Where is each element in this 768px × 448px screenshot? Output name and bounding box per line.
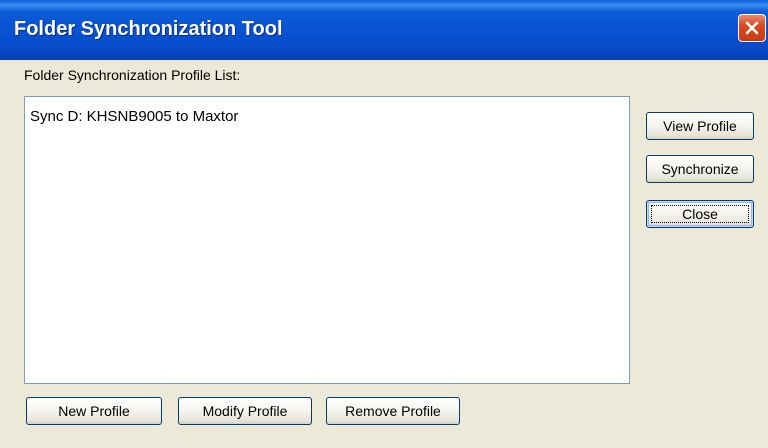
view-profile-label: View Profile — [663, 118, 737, 134]
view-profile-button[interactable]: View Profile — [646, 112, 754, 140]
list-item[interactable]: Sync D: KHSNB9005 to Maxtor — [30, 108, 238, 125]
title-bar[interactable]: Folder Synchronization Tool — [0, 0, 768, 60]
dialog-window: Folder Synchronization Tool Folder Synch… — [0, 0, 768, 448]
modify-profile-button[interactable]: Modify Profile — [178, 397, 312, 425]
profile-list-label: Folder Synchronization Profile List: — [24, 67, 241, 83]
synchronize-button[interactable]: Synchronize — [646, 155, 754, 183]
remove-profile-label: Remove Profile — [345, 403, 441, 419]
remove-profile-button[interactable]: Remove Profile — [326, 397, 460, 425]
synchronize-label: Synchronize — [661, 161, 739, 177]
close-button[interactable]: Close — [646, 200, 754, 228]
profile-listbox[interactable]: Sync D: KHSNB9005 to Maxtor — [24, 96, 630, 384]
window-close-button[interactable] — [738, 14, 766, 42]
new-profile-label: New Profile — [58, 403, 130, 419]
close-label: Close — [682, 206, 718, 222]
close-icon — [743, 19, 761, 37]
new-profile-button[interactable]: New Profile — [26, 397, 162, 425]
modify-profile-label: Modify Profile — [202, 403, 288, 419]
window-title: Folder Synchronization Tool — [14, 18, 283, 40]
